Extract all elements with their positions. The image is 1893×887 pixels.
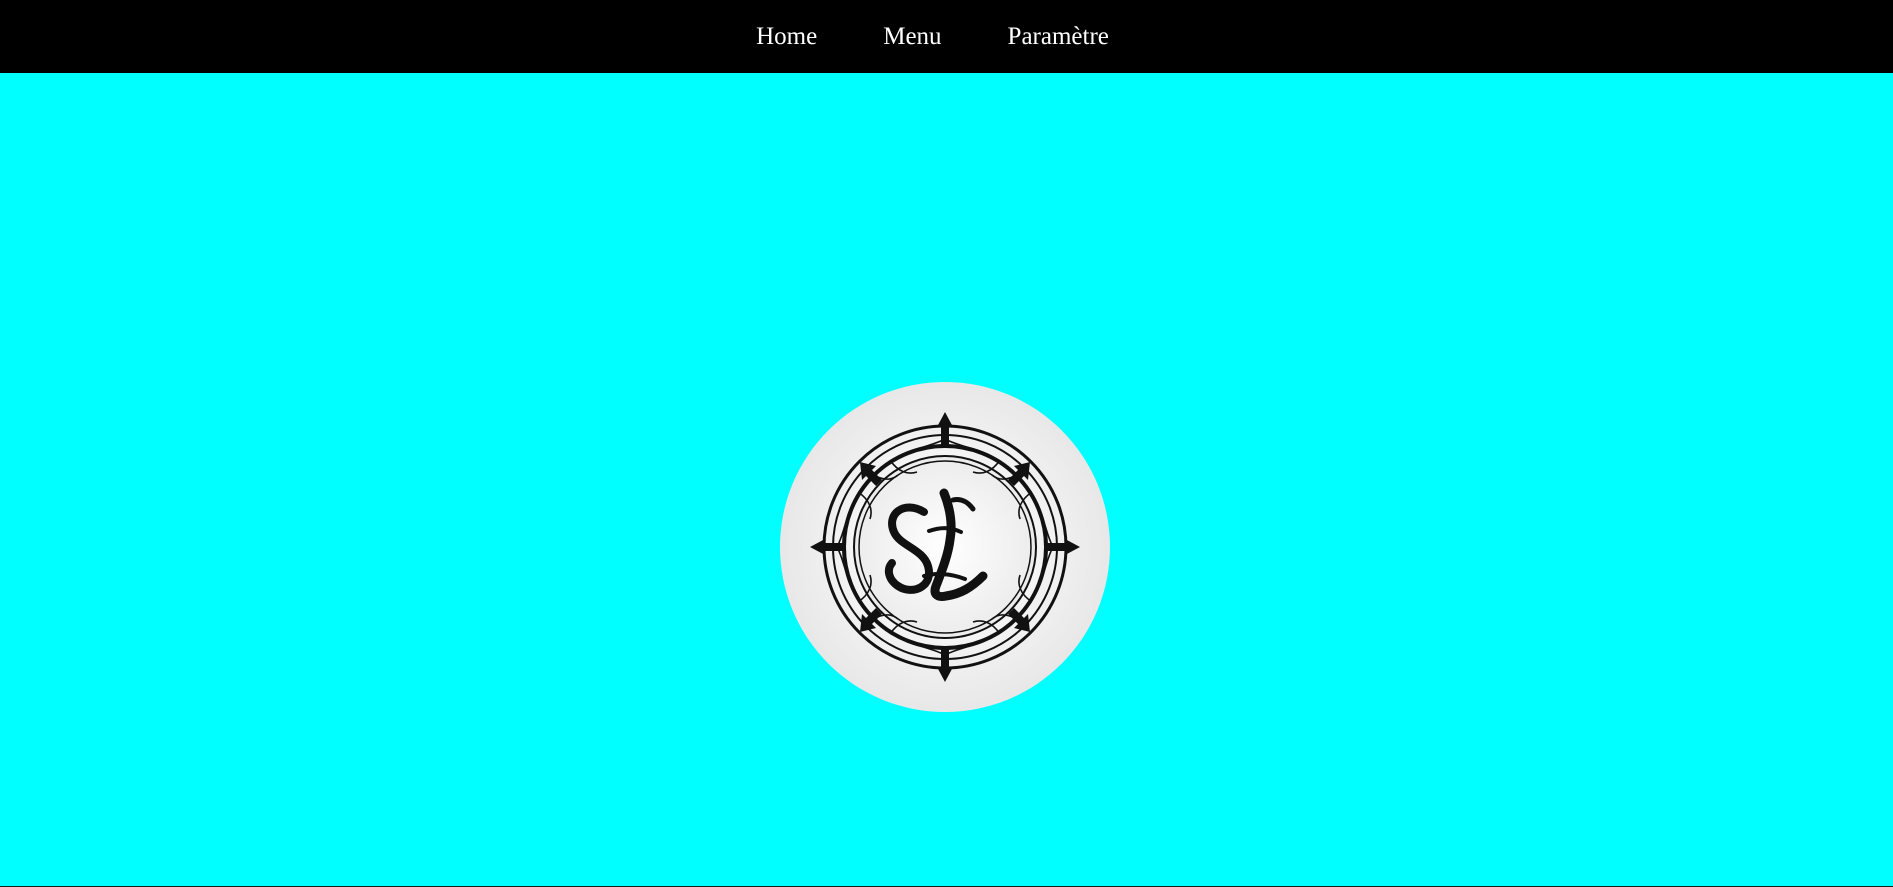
ornate-monogram-emblem-icon: [810, 412, 1080, 682]
nav-link-home[interactable]: Home: [756, 23, 817, 50]
page: Home Menu Paramètre: [0, 0, 1893, 887]
nav-item-menu: Menu: [883, 24, 941, 49]
nav-link-menu[interactable]: Menu: [883, 23, 941, 50]
nav-link-parametre[interactable]: Paramètre: [1008, 23, 1109, 50]
nav-item-parametre: Paramètre: [1008, 24, 1109, 49]
nav-list: Home Menu Paramètre: [756, 24, 1109, 49]
top-navbar: Home Menu Paramètre: [0, 0, 1893, 73]
logo-circle: [780, 382, 1110, 712]
nav-item-home: Home: [756, 24, 817, 49]
